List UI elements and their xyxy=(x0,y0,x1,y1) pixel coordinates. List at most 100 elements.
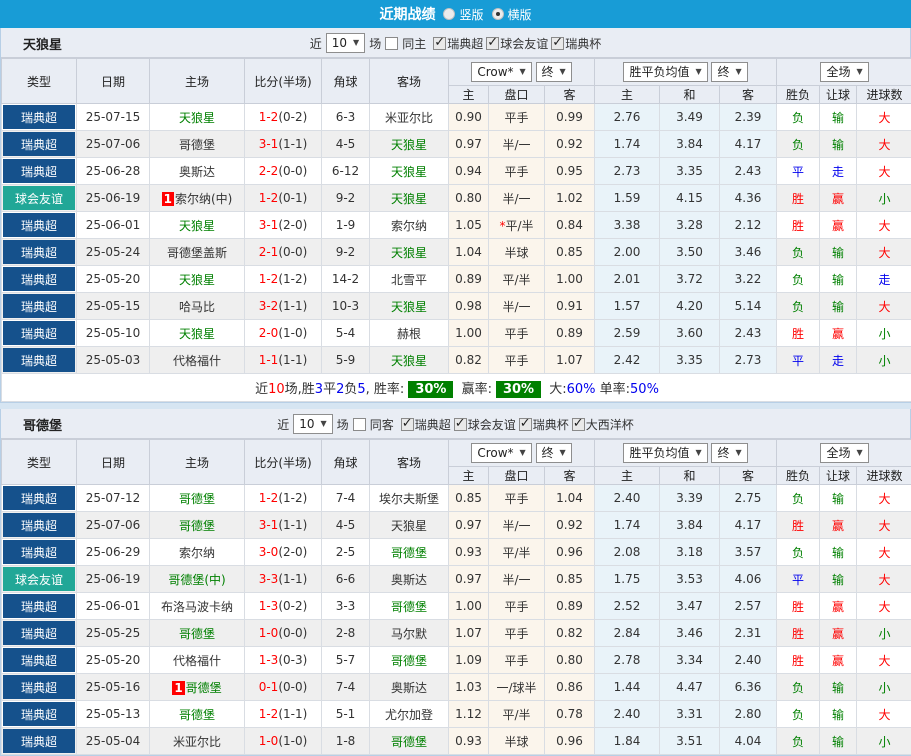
home-team-name[interactable]: 索尔纳(中) xyxy=(175,192,232,206)
away-team-name[interactable]: 哥德堡 xyxy=(391,600,427,614)
home-team-name[interactable]: 哥德堡 xyxy=(179,138,215,152)
mean-home-cell: 1.57 xyxy=(595,293,660,320)
away-team-name[interactable]: 天狼星 xyxy=(391,246,427,260)
summary-text: 场,胜 xyxy=(285,382,315,397)
odds-period-select[interactable]: 终▼ xyxy=(536,443,572,463)
away-team-name[interactable]: 天狼星 xyxy=(391,519,427,533)
home-team-name[interactable]: 哈马比 xyxy=(179,300,215,314)
away-team-name[interactable]: 埃尔夫斯堡 xyxy=(379,492,439,506)
team-name[interactable]: 哥德堡 xyxy=(23,409,62,439)
away-team-name[interactable]: 天狼星 xyxy=(391,300,427,314)
home-team-name[interactable]: 哥德堡 xyxy=(179,708,215,722)
competition-filter[interactable]: 大西洋杯 xyxy=(572,416,634,433)
corner-cell: 7-4 xyxy=(322,485,370,512)
match-row: 瑞典超25-07-15天狼星1-2(0-2)6-3米亚尔比0.90平手0.992… xyxy=(2,104,911,131)
competition-filter[interactable]: 瑞典超 xyxy=(433,35,483,52)
radio-icon[interactable] xyxy=(443,8,455,20)
full-score: 2-0 xyxy=(259,326,279,340)
away-team-name[interactable]: 尤尔加登 xyxy=(385,708,433,722)
home-team-name[interactable]: 哥德堡 xyxy=(179,627,215,641)
home-team-name[interactable]: 天狼星 xyxy=(179,327,215,341)
mean-type-select[interactable]: 胜平负均值▼ xyxy=(623,443,707,463)
checkbox-icon[interactable] xyxy=(401,418,414,431)
away-team-cell: 奥斯达 xyxy=(370,566,449,593)
scope-select[interactable]: 全场▼ xyxy=(820,443,868,463)
team-name[interactable]: 天狼星 xyxy=(23,28,62,58)
competition-filter[interactable]: 球会友谊 xyxy=(454,416,516,433)
subcol-result-wdl: 胜负 xyxy=(777,86,820,104)
away-team-name[interactable]: 哥德堡 xyxy=(391,735,427,749)
competition-filters: 瑞典超球会友谊瑞典杯大西洋杯 xyxy=(398,416,634,433)
checkbox-icon[interactable] xyxy=(519,418,532,431)
away-team-name[interactable]: 哥德堡 xyxy=(391,654,427,668)
checkbox-icon[interactable] xyxy=(572,418,585,431)
away-team-name[interactable]: 天狼星 xyxy=(391,192,427,206)
home-team-name[interactable]: 代格福什 xyxy=(173,354,221,368)
away-team-name[interactable]: 奥斯达 xyxy=(391,573,427,587)
away-team-name[interactable]: 索尔纳 xyxy=(391,219,427,233)
away-team-name[interactable]: 天狼星 xyxy=(391,165,427,179)
home-team-name[interactable]: 哥德堡 xyxy=(179,492,215,506)
same-venue-checkbox[interactable] xyxy=(385,37,398,50)
mean-home-cell: 1.44 xyxy=(595,674,660,701)
home-team-name[interactable]: 天狼星 xyxy=(179,111,215,125)
away-odds-cell: 0.82 xyxy=(545,620,595,647)
home-team-name[interactable]: 天狼星 xyxy=(179,273,215,287)
same-venue-checkbox[interactable] xyxy=(353,418,366,431)
result-wdl-cell: 平 xyxy=(777,158,820,185)
result-wdl-cell: 负 xyxy=(777,104,820,131)
away-odds-cell: 0.96 xyxy=(545,728,595,755)
home-team-name[interactable]: 哥德堡 xyxy=(186,681,222,695)
subcol-odds-home: 主 xyxy=(449,86,489,104)
checkbox-icon[interactable] xyxy=(486,37,499,50)
result-handicap-cell: 输 xyxy=(820,674,857,701)
home-team-name[interactable]: 代格福什 xyxy=(173,654,221,668)
home-team-cell: 天狼星 xyxy=(150,320,245,347)
checkbox-icon[interactable] xyxy=(551,37,564,50)
bookmaker-select[interactable]: Crow*▼ xyxy=(471,443,531,463)
home-team-name[interactable]: 索尔纳 xyxy=(179,546,215,560)
result-text: 胜 xyxy=(792,600,804,614)
version-radio-0[interactable]: 竖版 xyxy=(443,6,483,23)
home-team-name[interactable]: 奥斯达 xyxy=(179,165,215,179)
mean-period-select[interactable]: 终▼ xyxy=(711,62,747,82)
checkbox-icon[interactable] xyxy=(454,418,467,431)
summary-text: 单率: xyxy=(596,382,631,397)
score-cell: 1-2(0-2) xyxy=(245,104,322,131)
away-team-name[interactable]: 天狼星 xyxy=(391,138,427,152)
score-cell: 1-2(1-2) xyxy=(245,485,322,512)
league-cell: 瑞典超 xyxy=(2,512,77,539)
home-team-name[interactable]: 天狼星 xyxy=(179,219,215,233)
version-radio-1[interactable]: 横版 xyxy=(492,6,532,23)
competition-filter[interactable]: 球会友谊 xyxy=(486,35,548,52)
scope-select[interactable]: 全场▼ xyxy=(820,62,868,82)
competition-filter[interactable]: 瑞典杯 xyxy=(519,416,569,433)
away-team-name[interactable]: 天狼星 xyxy=(391,354,427,368)
home-team-name[interactable]: 布洛马波卡纳 xyxy=(161,600,233,614)
away-team-name[interactable]: 哥德堡 xyxy=(391,546,427,560)
league-cell: 瑞典超 xyxy=(2,728,77,755)
recent-count-select[interactable]: 10▼ xyxy=(326,33,365,53)
radio-icon[interactable] xyxy=(492,8,504,20)
bookmaker-select[interactable]: Crow*▼ xyxy=(471,62,531,82)
checkbox-icon[interactable] xyxy=(433,37,446,50)
mean-home-cell: 2.40 xyxy=(595,485,660,512)
col-score: 比分(半场) xyxy=(245,59,322,104)
mean-period-select[interactable]: 终▼ xyxy=(711,443,747,463)
home-team-name[interactable]: 哥德堡 xyxy=(179,519,215,533)
away-team-name[interactable]: 奥斯达 xyxy=(391,681,427,695)
subcol-mean-draw: 和 xyxy=(660,86,720,104)
odds-period-select[interactable]: 终▼ xyxy=(536,62,572,82)
mean-type-select[interactable]: 胜平负均值▼ xyxy=(623,62,707,82)
recent-count-select[interactable]: 10▼ xyxy=(293,414,332,434)
home-team-name[interactable]: 哥德堡盖斯 xyxy=(167,246,227,260)
competition-filter[interactable]: 瑞典杯 xyxy=(551,35,601,52)
away-team-name[interactable]: 赫根 xyxy=(397,327,421,341)
result-handicap-cell: 输 xyxy=(820,104,857,131)
away-team-name[interactable]: 北雪平 xyxy=(391,273,427,287)
away-team-name[interactable]: 米亚尔比 xyxy=(385,111,433,125)
home-team-name[interactable]: 哥德堡(中) xyxy=(168,573,225,587)
away-team-name[interactable]: 马尔默 xyxy=(391,627,427,641)
competition-filter[interactable]: 瑞典超 xyxy=(401,416,451,433)
home-team-name[interactable]: 米亚尔比 xyxy=(173,735,221,749)
